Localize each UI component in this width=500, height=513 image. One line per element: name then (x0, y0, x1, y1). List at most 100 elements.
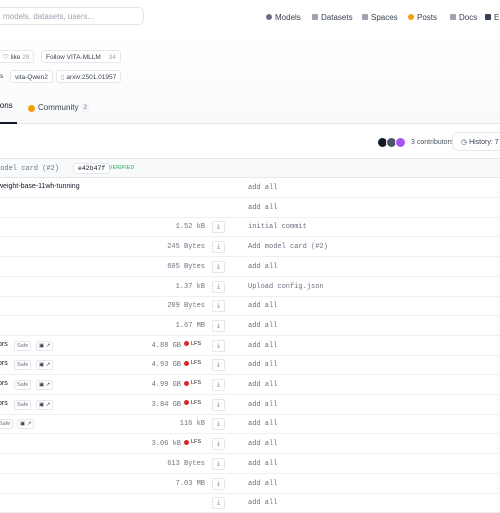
nav-spaces[interactable]: Spaces (362, 10, 398, 24)
tag-chip[interactable]: s (0, 70, 7, 83)
commit-hash[interactable]: e42b47f (73, 163, 111, 174)
safe-badge[interactable]: Safe (14, 399, 32, 410)
download-icon[interactable]: ⤓ (212, 359, 225, 372)
download-icon[interactable]: ⤓ (212, 477, 225, 490)
nav-posts[interactable]: Posts (408, 10, 437, 24)
file-row[interactable]: Safe ▣ ↗ 116 kB ⤓ add all (0, 414, 500, 435)
file-row[interactable]: ⤓ add all (0, 493, 500, 513)
tab-community[interactable]: Community 2 (28, 95, 89, 121)
file-name[interactable]: ors (0, 380, 8, 387)
posts-icon (408, 14, 414, 20)
nav-posts-label: Posts (417, 12, 438, 22)
file-row[interactable]: 1.52 kB ⤓ initial commit (0, 217, 500, 238)
download-icon[interactable]: ⤓ (212, 339, 225, 352)
file-row[interactable]: 605 Bytes ⤓ add all (0, 257, 500, 277)
commit-message-link[interactable]: add all (248, 401, 277, 409)
download-icon[interactable]: ⤓ (212, 280, 225, 293)
safe-badge[interactable]: Safe (14, 340, 32, 351)
security-scan-icon[interactable]: ▣ ↗ (36, 380, 54, 390)
safe-badge[interactable]: Safe (14, 360, 32, 371)
follow-label: Follow (46, 54, 65, 61)
file-name[interactable]: ors (0, 341, 8, 348)
commit-message[interactable]: model card (#2) (0, 165, 59, 173)
commit-message-link[interactable]: add all (248, 204, 277, 212)
tag-chip-vita-qwen2[interactable]: vita-Qwen2 (10, 70, 53, 83)
safe-badge[interactable]: Safe (14, 380, 32, 390)
file-row[interactable]: 1.67 MB ⤓ add all (0, 316, 500, 336)
contributors-link[interactable]: 3 contributors (377, 137, 453, 148)
commit-message-link[interactable]: add all (248, 440, 277, 448)
security-scan-icon[interactable]: ▣ ↗ (36, 399, 54, 410)
download-icon[interactable]: ⤓ (212, 438, 225, 451)
file-row[interactable]: weight-base-11wh-tunning add all (0, 178, 500, 198)
file-name[interactable]: weight-base-11wh-tunning (0, 183, 80, 190)
commit-message-link[interactable]: add all (248, 184, 277, 192)
follow-button[interactable]: Follow VITA-MLLM 34 (41, 50, 121, 63)
commit-message-link[interactable]: add all (248, 460, 277, 468)
download-icon[interactable]: ⤓ (212, 457, 225, 470)
commit-message-link[interactable]: initial commit (248, 223, 307, 231)
search-input[interactable]: models, datasets, users... (0, 7, 144, 25)
download-icon[interactable]: ⤓ (212, 497, 225, 510)
nav-enterprise[interactable]: E (485, 10, 499, 24)
download-icon[interactable]: ⤓ (212, 418, 225, 431)
lfs-badge: LFS (184, 380, 201, 386)
clock-icon: ◷ (461, 139, 468, 146)
file-size: 4.93 GB (151, 361, 181, 370)
nav-docs[interactable]: Docs (450, 10, 477, 24)
download-icon[interactable]: ⤓ (212, 319, 225, 332)
download-icon[interactable]: ⤓ (212, 379, 225, 391)
file-row[interactable]: 613 Bytes ⤓ add all (0, 454, 500, 474)
nav-docs-label: Docs (459, 12, 478, 22)
commit-message-link[interactable]: Upload config.json (248, 283, 324, 291)
nav-models[interactable]: Models (266, 10, 301, 24)
file-row[interactable]: 209 Bytes ⤓ add all (0, 296, 500, 317)
commit-message-link[interactable]: add all (248, 499, 277, 507)
download-icon[interactable]: ⤓ (212, 221, 225, 234)
security-scan-icon[interactable]: ▣ ↗ (36, 360, 54, 371)
file-row[interactable]: 245 Bytes ⤓ Add model card (#2) (0, 237, 500, 258)
download-icon[interactable]: ⤓ (212, 398, 225, 411)
lfs-badge: LFS (184, 400, 201, 406)
commit-message-link[interactable]: add all (248, 361, 277, 369)
commit-message-link[interactable]: add all (248, 420, 277, 428)
lfs-label: LFS (191, 439, 202, 446)
file-row[interactable]: ors Safe ▣ ↗ 3.84 GB LFS ⤓ add all (0, 395, 500, 415)
arxiv-label: arxiv:2501.01957 (66, 74, 117, 81)
nav-datasets[interactable]: Datasets (312, 10, 353, 24)
commit-message-link[interactable]: add all (248, 322, 277, 330)
nav-models-label: Models (275, 12, 301, 22)
file-row[interactable]: ors Safe ▣ ↗ 4.99 GB LFS ⤓ add all (0, 375, 500, 395)
file-size: 4.88 GB (151, 341, 181, 350)
nav-enterprise-label: E (494, 12, 500, 22)
commit-message-link[interactable]: add all (248, 480, 277, 488)
file-row[interactable]: add all (0, 198, 500, 218)
security-scan-icon[interactable]: ▣ ↗ (17, 419, 35, 430)
paper-icon: ▯ (61, 74, 65, 81)
tag-chip-arxiv[interactable]: ▯ arxiv:2501.01957 (56, 70, 122, 83)
lfs-label: LFS (191, 340, 202, 347)
commit-message-link[interactable]: add all (248, 381, 277, 389)
safe-badge[interactable]: Safe (0, 419, 14, 430)
tab-files-and-versions[interactable]: ions (0, 95, 17, 124)
security-scan-icon[interactable]: ▣ ↗ (36, 340, 54, 351)
lfs-icon (184, 341, 189, 347)
commit-message-link[interactable]: add all (248, 302, 277, 310)
file-row[interactable]: 3.06 kB LFS ⤓ add all (0, 434, 500, 455)
commit-message-link[interactable]: Add model card (#2) (248, 243, 328, 251)
lfs-label: LFS (191, 360, 202, 367)
history-button[interactable]: ◷ History: 7 (452, 132, 500, 151)
like-button[interactable]: ♡ like 29 (0, 50, 35, 63)
commit-message-link[interactable]: add all (248, 342, 277, 350)
download-icon[interactable]: ⤓ (212, 300, 225, 313)
commit-message-link[interactable]: add all (248, 263, 277, 271)
file-name[interactable]: ors (0, 400, 8, 407)
download-icon[interactable]: ⤓ (212, 241, 225, 254)
file-row[interactable]: ors Safe ▣ ↗ 4.88 GB LFS ⤓ add all (0, 336, 500, 356)
file-name[interactable]: ors (0, 360, 8, 367)
file-row[interactable]: 1.37 kB ⤓ Upload config.json (0, 277, 500, 297)
download-icon[interactable]: ⤓ (212, 260, 225, 273)
file-row[interactable]: ors Safe ▣ ↗ 4.93 GB LFS ⤓ add all (0, 355, 500, 376)
file-row[interactable]: 7.03 MB ⤓ add all (0, 474, 500, 494)
enterprise-icon (485, 14, 491, 20)
